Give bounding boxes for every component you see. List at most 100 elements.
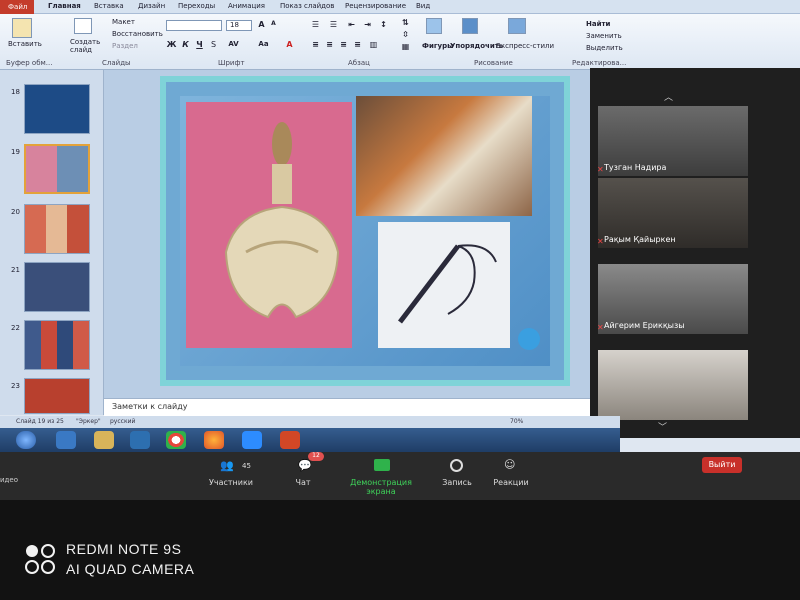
line-spacing-icon[interactable]: ↕: [378, 20, 389, 31]
arrange-icon[interactable]: [462, 18, 478, 34]
slide-thumbnail-23[interactable]: [24, 378, 90, 414]
chat-label: Чат: [295, 478, 311, 487]
participant-name: Айгерим Ерикқызы: [604, 321, 685, 330]
reactions-button[interactable]: ☺ Реакции: [466, 456, 556, 496]
video-tile[interactable]: ✕ Тузган Надира: [598, 106, 748, 176]
char-spacing-icon[interactable]: AV: [228, 40, 239, 51]
find-button[interactable]: Найти: [586, 20, 610, 28]
align-center-icon[interactable]: ≡: [324, 40, 335, 51]
decrease-indent-icon[interactable]: ⇤: [346, 20, 357, 31]
slide-image-whip[interactable]: [378, 222, 510, 348]
quick-styles-button[interactable]: Экспресс-стили: [496, 42, 554, 50]
explorer-icon[interactable]: [94, 431, 114, 449]
share-screen-icon: [374, 459, 390, 471]
chat-button[interactable]: 💬 Чат: [258, 456, 348, 496]
firefox-icon[interactable]: [204, 431, 224, 449]
justify-icon[interactable]: ≡: [352, 40, 363, 51]
video-tile[interactable]: ✕ Рақым Қайыркен: [598, 178, 748, 248]
slide-thumbnail-22[interactable]: [24, 320, 90, 370]
replace-button[interactable]: Заменить: [586, 32, 622, 40]
layout-button[interactable]: Макет: [112, 18, 135, 26]
slide-thumbnail-21[interactable]: [24, 262, 90, 312]
shapes-icon[interactable]: [426, 18, 442, 34]
slide-thumbnail-20[interactable]: [24, 204, 90, 254]
mic-muted-icon: ✕: [598, 165, 604, 174]
tab-view[interactable]: Вид: [416, 2, 430, 10]
slide-decor-circle: [518, 328, 540, 350]
whip-drawing: [398, 244, 497, 324]
zoom-level[interactable]: 70%: [510, 418, 523, 425]
scroll-up-icon[interactable]: ︿: [664, 90, 673, 103]
text-direction-icon[interactable]: ⇅: [400, 18, 411, 29]
participant-name: Тузган Надира: [604, 163, 667, 172]
start-button-icon[interactable]: [16, 431, 36, 449]
columns-icon[interactable]: ▥: [368, 40, 379, 51]
tab-insert[interactable]: Вставка: [94, 2, 124, 10]
increase-indent-icon[interactable]: ⇥: [362, 20, 373, 31]
laptop-screen: Файл Главная Вставка Дизайн Переходы Ани…: [0, 0, 800, 500]
mic-muted-icon: ✕: [598, 323, 604, 332]
bullets-icon[interactable]: ☰: [310, 20, 321, 31]
chat-unread-badge: 12: [308, 452, 324, 461]
font-name-field[interactable]: [166, 20, 222, 31]
reactions-label: Реакции: [493, 478, 529, 487]
align-left-icon[interactable]: ≡: [310, 40, 321, 51]
group-drawing-label: Рисование: [474, 59, 513, 67]
change-case-icon[interactable]: Aa: [258, 40, 269, 51]
smartart-icon[interactable]: ▦: [400, 42, 411, 53]
scroll-down-icon[interactable]: ﹀: [658, 420, 667, 433]
photo-of-laptop: Файл Главная Вставка Дизайн Переходы Ани…: [0, 0, 800, 600]
italic-icon[interactable]: К: [180, 40, 191, 51]
carved-flask-drawing: [224, 122, 340, 319]
leave-meeting-button[interactable]: Выйти: [702, 457, 742, 473]
numbering-icon[interactable]: ☰: [328, 20, 339, 31]
reactions-icon: ☺: [504, 458, 516, 471]
underline-icon[interactable]: Ч: [194, 40, 205, 51]
tab-design[interactable]: Дизайн: [138, 2, 165, 10]
grow-font-icon[interactable]: A: [256, 20, 267, 31]
tab-review[interactable]: Рецензирование: [345, 2, 406, 10]
slide-image-felt-frames[interactable]: [356, 96, 532, 216]
paste-icon[interactable]: [12, 18, 32, 38]
current-slide[interactable]: [160, 76, 570, 386]
slide-image-carved-flask[interactable]: [186, 102, 352, 348]
quick-styles-icon[interactable]: [508, 18, 526, 34]
align-right-icon[interactable]: ≡: [338, 40, 349, 51]
video-tile[interactable]: [598, 350, 748, 420]
shapes-button[interactable]: Фигуры: [422, 42, 453, 50]
new-slide-icon[interactable]: [74, 18, 92, 34]
strikethrough-icon[interactable]: S: [208, 40, 219, 51]
ie-icon[interactable]: [56, 431, 76, 449]
participants-count: 45: [242, 462, 251, 470]
chrome-icon[interactable]: [166, 431, 186, 449]
mic-muted-icon: ✕: [598, 237, 604, 246]
tab-animation[interactable]: Анимация: [228, 2, 265, 10]
align-text-icon[interactable]: ⇳: [400, 30, 411, 41]
powerpoint-icon[interactable]: [280, 431, 300, 449]
slide-thumbnail-19[interactable]: [24, 144, 90, 194]
bold-icon[interactable]: Ж: [166, 40, 177, 51]
tab-slideshow[interactable]: Показ слайдов: [280, 2, 334, 10]
slide-thumbnail-18[interactable]: [24, 84, 90, 134]
zoom-app-icon[interactable]: [242, 431, 262, 449]
slide-notes[interactable]: Заметки к слайду: [104, 398, 590, 416]
reset-button[interactable]: Восстановить: [112, 30, 163, 38]
shrink-font-icon[interactable]: A: [268, 20, 279, 31]
tab-transitions[interactable]: Переходы: [178, 2, 215, 10]
slide-editing-area[interactable]: [104, 70, 590, 398]
camera-watermark-icon: [25, 544, 55, 574]
font-color-icon[interactable]: A: [284, 40, 295, 51]
video-label[interactable]: идео: [0, 476, 18, 484]
group-clipboard-label: Буфер обм...: [6, 59, 53, 67]
select-button[interactable]: Выделить: [586, 44, 623, 52]
section-button[interactable]: Раздел: [112, 42, 138, 50]
video-tile[interactable]: ✕ Айгерим Ерикқызы: [598, 264, 748, 334]
tab-file[interactable]: Файл: [0, 0, 34, 14]
thumb-number: 21: [11, 266, 20, 274]
participant-name: Рақым Қайыркен: [604, 235, 676, 244]
media-player-icon[interactable]: [130, 431, 150, 449]
tab-home[interactable]: Главная: [48, 2, 81, 10]
font-size-field[interactable]: 18: [226, 20, 252, 31]
new-slide-button[interactable]: Создать слайд: [70, 38, 104, 54]
paste-button[interactable]: Вставить: [8, 40, 42, 48]
